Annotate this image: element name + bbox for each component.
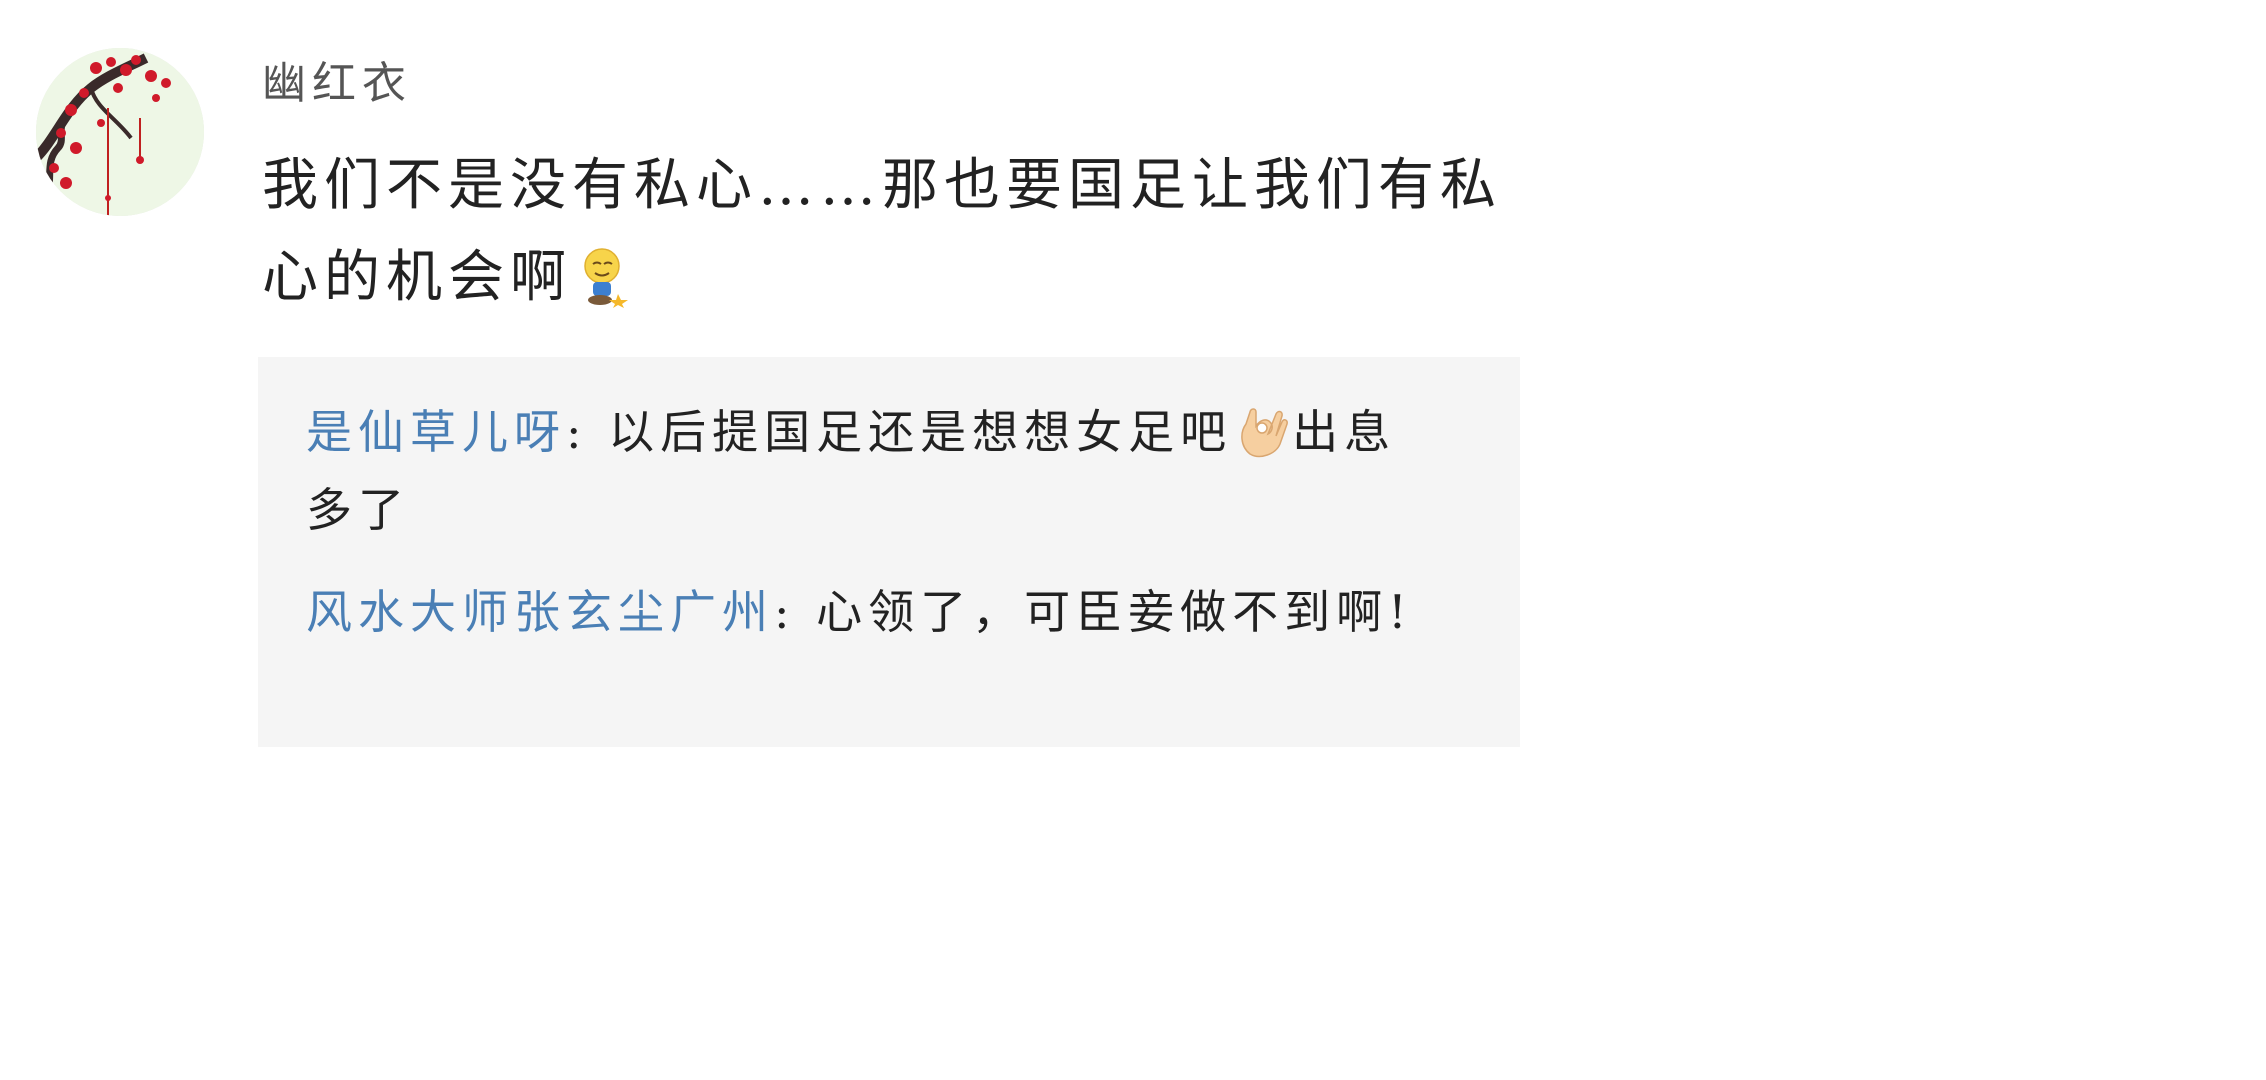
reply-separator: :	[566, 405, 609, 459]
comment-text: 我们不是没有私心……那也要国足让我们有私心的机会啊	[262, 153, 1502, 310]
reply-item: 是仙草儿呀: 以后提国足还是想想女足吧 出息多了	[306, 393, 1436, 549]
comment-username[interactable]: 幽红衣	[262, 56, 412, 112]
comment-card: 幽红衣 我们不是没有私心……那也要国足让我们有私心的机会啊 是仙草儿呀: 以后提…	[0, 0, 1568, 747]
reply-separator: :	[774, 585, 817, 639]
kneeling-smile-emoji-icon	[578, 244, 630, 308]
reply-author-link[interactable]: 是仙草儿呀	[306, 405, 566, 459]
plum-blossom-avatar-image	[36, 48, 204, 216]
ok-hand-emoji-icon	[1236, 402, 1289, 458]
reply-list: 是仙草儿呀: 以后提国足还是想想女足吧 出息多了 风水大师张玄尘广州: 心领了，…	[258, 357, 1520, 747]
reply-item: 风水大师张玄尘广州: 心领了，可臣妾做不到啊!	[306, 573, 1436, 651]
user-avatar[interactable]	[36, 48, 204, 216]
reply-text: 心领了，可臣妾做不到啊!	[816, 585, 1413, 639]
comment-body: 我们不是没有私心……那也要国足让我们有私心的机会啊	[262, 140, 1502, 324]
reply-text: 以后提国足还是想想女足吧	[608, 405, 1233, 459]
reply-author-link[interactable]: 风水大师张玄尘广州	[306, 585, 774, 639]
